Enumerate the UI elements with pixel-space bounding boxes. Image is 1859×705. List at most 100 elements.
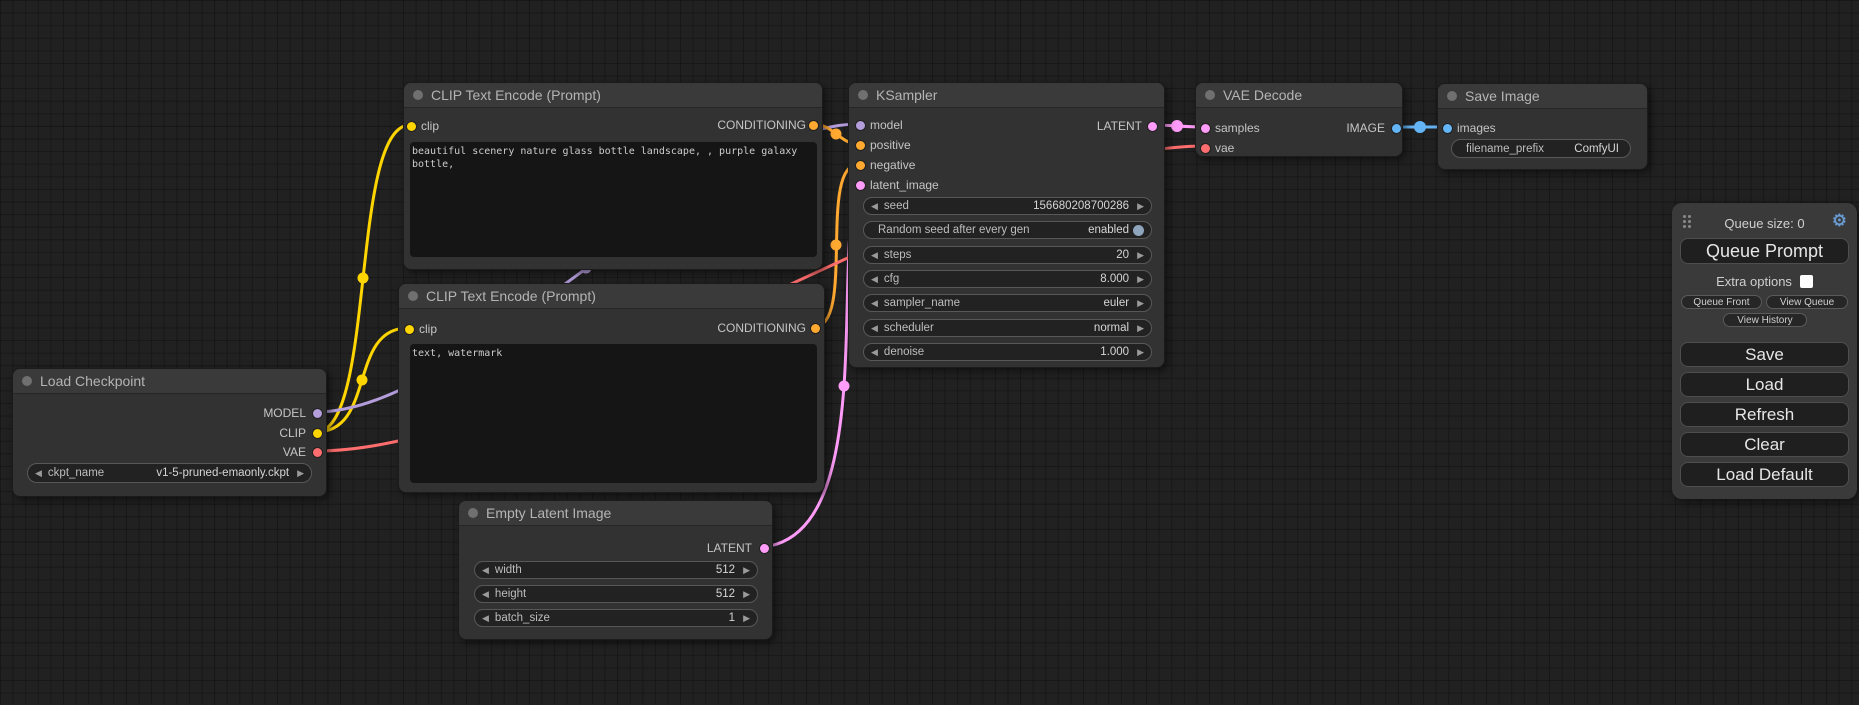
load-button[interactable]: Load: [1680, 372, 1849, 397]
widget-random-seed-toggle[interactable]: Random seed after every gen enabled: [863, 221, 1152, 239]
input-port-negative[interactable]: [856, 161, 865, 170]
save-button[interactable]: Save: [1680, 342, 1849, 367]
node-clip-text-encode-positive[interactable]: CLIP Text Encode (Prompt) clip CONDITION…: [403, 82, 823, 270]
increment-arrow-icon[interactable]: ▶: [1137, 275, 1144, 284]
input-port-vae[interactable]: [1201, 144, 1210, 153]
widget-label: height: [495, 588, 526, 600]
decrement-arrow-icon[interactable]: ◀: [871, 324, 878, 333]
view-queue-button[interactable]: View Queue: [1766, 295, 1848, 309]
node-ksampler[interactable]: KSampler model positive negative latent_…: [848, 82, 1165, 368]
widget-label: scheduler: [884, 322, 934, 334]
widget-value: 512: [716, 588, 735, 600]
output-port-latent[interactable]: [760, 544, 769, 553]
prompt-textarea[interactable]: beautiful scenery nature glass bottle la…: [410, 142, 817, 257]
widget-sampler-name[interactable]: ◀ sampler_name euler ▶: [863, 294, 1152, 312]
increment-arrow-icon[interactable]: ▶: [743, 614, 750, 623]
decrement-arrow-icon[interactable]: ◀: [482, 614, 489, 623]
collapse-dot-icon[interactable]: [413, 90, 423, 100]
widget-label: batch_size: [495, 612, 550, 624]
collapse-dot-icon[interactable]: [1447, 91, 1457, 101]
view-history-button[interactable]: View History: [1723, 313, 1807, 327]
output-label-vae: VAE: [283, 445, 306, 459]
node-save-image[interactable]: Save Image images filename_prefix ComfyU…: [1437, 83, 1648, 170]
decrement-arrow-icon[interactable]: ◀: [482, 566, 489, 575]
input-port-clip[interactable]: [405, 325, 414, 334]
link-center-dot: [831, 129, 842, 140]
toggle-on-icon[interactable]: [1133, 225, 1144, 236]
decrement-arrow-icon[interactable]: ◀: [871, 299, 878, 308]
widget-value: 8.000: [1100, 273, 1129, 285]
increment-arrow-icon[interactable]: ▶: [1137, 348, 1144, 357]
widget-height[interactable]: ◀ height 512 ▶: [474, 585, 758, 603]
output-label-conditioning: CONDITIONING: [717, 321, 806, 335]
decrement-arrow-icon[interactable]: ◀: [871, 348, 878, 357]
widget-label: width: [495, 564, 522, 576]
input-port-model[interactable]: [856, 121, 865, 130]
widget-ckpt-name[interactable]: ◀ ckpt_name v1-5-pruned-emaonly.ckpt ▶: [27, 463, 312, 483]
collapse-dot-icon[interactable]: [468, 508, 478, 518]
input-port-clip[interactable]: [407, 122, 416, 131]
collapse-dot-icon[interactable]: [1205, 90, 1215, 100]
input-port-latent-image[interactable]: [856, 181, 865, 190]
widget-value: 20: [1116, 249, 1129, 261]
decrement-arrow-icon[interactable]: ◀: [871, 202, 878, 211]
increment-arrow-icon[interactable]: ▶: [1137, 299, 1144, 308]
widget-value: v1-5-pruned-emaonly.ckpt: [156, 467, 289, 479]
collapse-dot-icon[interactable]: [22, 376, 32, 386]
widget-seed[interactable]: ◀ seed 156680208700286 ▶: [863, 197, 1152, 215]
node-clip-text-encode-negative[interactable]: CLIP Text Encode (Prompt) clip CONDITION…: [398, 283, 825, 493]
increment-arrow-icon[interactable]: ▶: [1137, 251, 1144, 260]
node-title-bar: Load Checkpoint: [13, 369, 326, 394]
widget-filename-prefix[interactable]: filename_prefix ComfyUI: [1451, 139, 1631, 158]
output-port-model[interactable]: [313, 409, 322, 418]
extra-options-checkbox[interactable]: [1800, 275, 1813, 288]
output-label-model: MODEL: [263, 406, 306, 420]
input-port-images[interactable]: [1443, 124, 1452, 133]
node-empty-latent-image[interactable]: Empty Latent Image LATENT ◀ width 512 ▶ …: [458, 500, 773, 640]
increment-arrow-icon[interactable]: ▶: [743, 590, 750, 599]
output-port-latent[interactable]: [1148, 122, 1157, 131]
load-default-button[interactable]: Load Default: [1680, 462, 1849, 487]
input-port-samples[interactable]: [1201, 124, 1210, 133]
comfyui-canvas[interactable]: { "colors": { "model": "#B39DDB", "clip"…: [0, 0, 1859, 705]
node-title-bar: Save Image: [1438, 84, 1647, 109]
output-port-vae[interactable]: [313, 448, 322, 457]
widget-scheduler[interactable]: ◀ scheduler normal ▶: [863, 319, 1152, 337]
queue-prompt-button[interactable]: Queue Prompt: [1680, 238, 1849, 264]
link-center-dot: [358, 273, 369, 284]
increment-arrow-icon[interactable]: ▶: [743, 566, 750, 575]
gear-icon[interactable]: ⚙: [1832, 211, 1847, 231]
increment-arrow-icon[interactable]: ▶: [1137, 202, 1144, 211]
widget-denoise[interactable]: ◀ denoise 1.000 ▶: [863, 343, 1152, 361]
collapse-dot-icon[interactable]: [408, 291, 418, 301]
widget-label: ckpt_name: [48, 467, 104, 479]
link-center-dot: [1171, 120, 1183, 132]
widget-cfg[interactable]: ◀ cfg 8.000 ▶: [863, 270, 1152, 288]
widget-label: seed: [884, 200, 909, 212]
widget-steps[interactable]: ◀ steps 20 ▶: [863, 246, 1152, 264]
node-vae-decode[interactable]: VAE Decode samples vae IMAGE: [1195, 82, 1403, 157]
widget-width[interactable]: ◀ width 512 ▶: [474, 561, 758, 579]
input-port-positive[interactable]: [856, 141, 865, 150]
output-port-image[interactable]: [1392, 124, 1401, 133]
decrement-arrow-icon[interactable]: ◀: [35, 469, 42, 478]
input-label-clip: clip: [421, 119, 439, 133]
output-port-conditioning[interactable]: [809, 121, 818, 130]
increment-arrow-icon[interactable]: ▶: [297, 469, 304, 478]
increment-arrow-icon[interactable]: ▶: [1137, 324, 1144, 333]
decrement-arrow-icon[interactable]: ◀: [871, 275, 878, 284]
collapse-dot-icon[interactable]: [858, 90, 868, 100]
output-port-clip[interactable]: [313, 429, 322, 438]
decrement-arrow-icon[interactable]: ◀: [871, 251, 878, 260]
prompt-textarea[interactable]: text, watermark: [410, 344, 817, 483]
widget-batch-size[interactable]: ◀ batch_size 1 ▶: [474, 609, 758, 627]
refresh-button[interactable]: Refresh: [1680, 402, 1849, 427]
decrement-arrow-icon[interactable]: ◀: [482, 590, 489, 599]
queue-front-button[interactable]: Queue Front: [1681, 295, 1762, 309]
widget-value: 156680208700286: [1033, 200, 1129, 212]
node-load-checkpoint[interactable]: Load Checkpoint MODEL CLIP VAE ◀ ckpt_na…: [12, 368, 327, 497]
input-label-clip: clip: [419, 322, 437, 336]
output-port-conditioning[interactable]: [811, 324, 820, 333]
clear-button[interactable]: Clear: [1680, 432, 1849, 457]
output-label-clip: CLIP: [279, 426, 306, 440]
